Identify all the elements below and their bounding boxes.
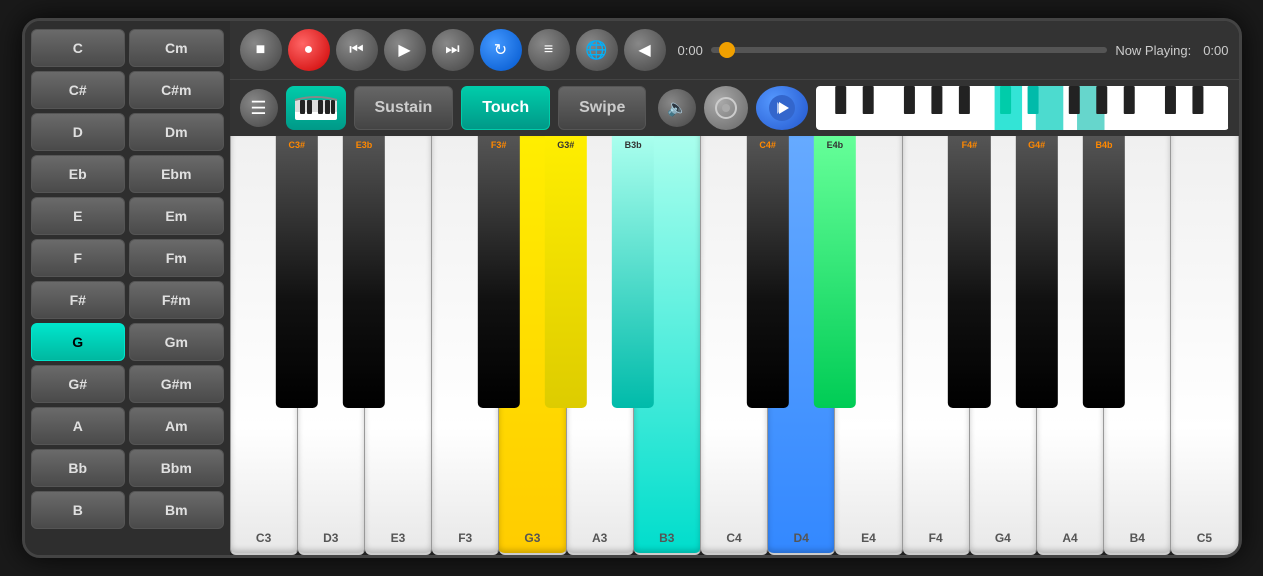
- volume-button[interactable]: 🔈: [658, 89, 696, 127]
- keyboard-area: C3 D3 E3 F3 G3 A3 B3 C4 D4 E4 F4 G4 A4 B…: [230, 136, 1239, 555]
- menu-button[interactable]: ☰: [240, 89, 278, 127]
- now-playing-label: Now Playing:: [1115, 43, 1191, 58]
- chord-btn-Fs[interactable]: F#: [31, 281, 126, 319]
- chord-btn-Fsm[interactable]: F#m: [129, 281, 224, 319]
- touch-tab[interactable]: Touch: [461, 86, 550, 130]
- controls-row: ■ ● ⏮ ▶ ⏭ ↻ ≡ 🌐 ◀ 0:00 Now Playing: 0:00: [230, 21, 1239, 79]
- chord-row-Gs: G#G#m: [31, 365, 224, 403]
- chord-row-Cs: C#C#m: [31, 71, 224, 109]
- chord-btn-A[interactable]: A: [31, 407, 126, 445]
- chord-row-G: GGm: [31, 323, 224, 361]
- chord-row-B: BBm: [31, 491, 224, 529]
- start-time: 0:00: [678, 43, 703, 58]
- forward-button[interactable]: ⏭: [432, 29, 474, 71]
- play-button[interactable]: ▶: [384, 29, 426, 71]
- key-Fs3[interactable]: F3#: [477, 136, 519, 408]
- mini-keyboard: [816, 86, 1228, 130]
- chord-row-A: AAm: [31, 407, 224, 445]
- key-C5[interactable]: C5: [1171, 136, 1238, 555]
- end-time: 0:00: [1203, 43, 1228, 58]
- loop-button[interactable]: ↻: [480, 29, 522, 71]
- key-Eb3[interactable]: E3b: [343, 136, 385, 408]
- chord-row-D: DDm: [31, 113, 224, 151]
- chord-row-Fs: F#F#m: [31, 281, 224, 319]
- sustain-tab[interactable]: Sustain: [354, 86, 454, 130]
- progress-track[interactable]: [711, 47, 1108, 53]
- key-Bb4[interactable]: B4b: [1083, 136, 1125, 408]
- key-Gs3[interactable]: G3#: [545, 136, 587, 408]
- key-Cs3[interactable]: C3#: [276, 136, 318, 408]
- chord-btn-Csm[interactable]: C#m: [129, 71, 224, 109]
- chord-btn-Gsm[interactable]: G#m: [129, 365, 224, 403]
- key-Gs4[interactable]: G4#: [1016, 136, 1058, 408]
- chord-btn-Cm[interactable]: Cm: [129, 29, 224, 67]
- stop-button[interactable]: ■: [240, 29, 282, 71]
- key-Bb3[interactable]: B3b: [612, 136, 654, 408]
- chord-btn-Fm[interactable]: Fm: [129, 239, 224, 277]
- key-Fs4[interactable]: F4#: [948, 136, 990, 408]
- chord-row-Bb: BbBbm: [31, 449, 224, 487]
- chord-btn-Em[interactable]: Em: [129, 197, 224, 235]
- chord-btn-Ebm[interactable]: Ebm: [129, 155, 224, 193]
- chord-btn-Dm[interactable]: Dm: [129, 113, 224, 151]
- progress-thumb: [719, 42, 735, 58]
- main-panel: ■ ● ⏮ ▶ ⏭ ↻ ≡ 🌐 ◀ 0:00 Now Playing: 0:00…: [230, 21, 1239, 555]
- chord-btn-Bb[interactable]: Bb: [31, 449, 126, 487]
- chord-btn-Bbm[interactable]: Bbm: [129, 449, 224, 487]
- chord-row-Eb: EbEbm: [31, 155, 224, 193]
- mode-row: ☰ Sustain Touch: [230, 79, 1239, 136]
- app-container: CCmC#C#mDDmEbEbmEEmFFmF#F#mGGmG#G#mAAmBb…: [22, 18, 1242, 558]
- settings-button[interactable]: [704, 86, 748, 130]
- chord-btn-Cs[interactable]: C#: [31, 71, 126, 109]
- chord-btn-Gm[interactable]: Gm: [129, 323, 224, 361]
- chord-row-E: EEm: [31, 197, 224, 235]
- chord-btn-Eb[interactable]: Eb: [31, 155, 126, 193]
- key-Eb4[interactable]: E4b: [814, 136, 856, 408]
- chord-btn-B[interactable]: B: [31, 491, 126, 529]
- chord-btn-G[interactable]: G: [31, 323, 126, 361]
- rewind-button[interactable]: ⏮: [336, 29, 378, 71]
- back-button[interactable]: ◀: [624, 29, 666, 71]
- playlist-button[interactable]: ≡: [528, 29, 570, 71]
- playback-area: 0:00 Now Playing: 0:00: [678, 43, 1229, 58]
- chord-btn-E[interactable]: E: [31, 197, 126, 235]
- chord-row-C: CCm: [31, 29, 224, 67]
- piano-wrapper: C3 D3 E3 F3 G3 A3 B3 C4 D4 E4 F4 G4 A4 B…: [230, 136, 1239, 555]
- chord-row-F: FFm: [31, 239, 224, 277]
- chord-btn-Bm[interactable]: Bm: [129, 491, 224, 529]
- chord-btn-Gs[interactable]: G#: [31, 365, 126, 403]
- chord-btn-Am[interactable]: Am: [129, 407, 224, 445]
- record-button[interactable]: ●: [288, 29, 330, 71]
- piano-icon-button[interactable]: [286, 86, 346, 130]
- chord-btn-C[interactable]: C: [31, 29, 126, 67]
- chord-panel: CCmC#C#mDDmEbEbmEEmFFmF#F#mGGmG#G#mAAmBb…: [25, 21, 230, 555]
- chord-btn-F[interactable]: F: [31, 239, 126, 277]
- key-Cs4[interactable]: C4#: [746, 136, 788, 408]
- chord-btn-D[interactable]: D: [31, 113, 126, 151]
- globe-button[interactable]: 🌐: [576, 29, 618, 71]
- speed-button[interactable]: [756, 86, 808, 130]
- swipe-tab[interactable]: Swipe: [558, 86, 646, 130]
